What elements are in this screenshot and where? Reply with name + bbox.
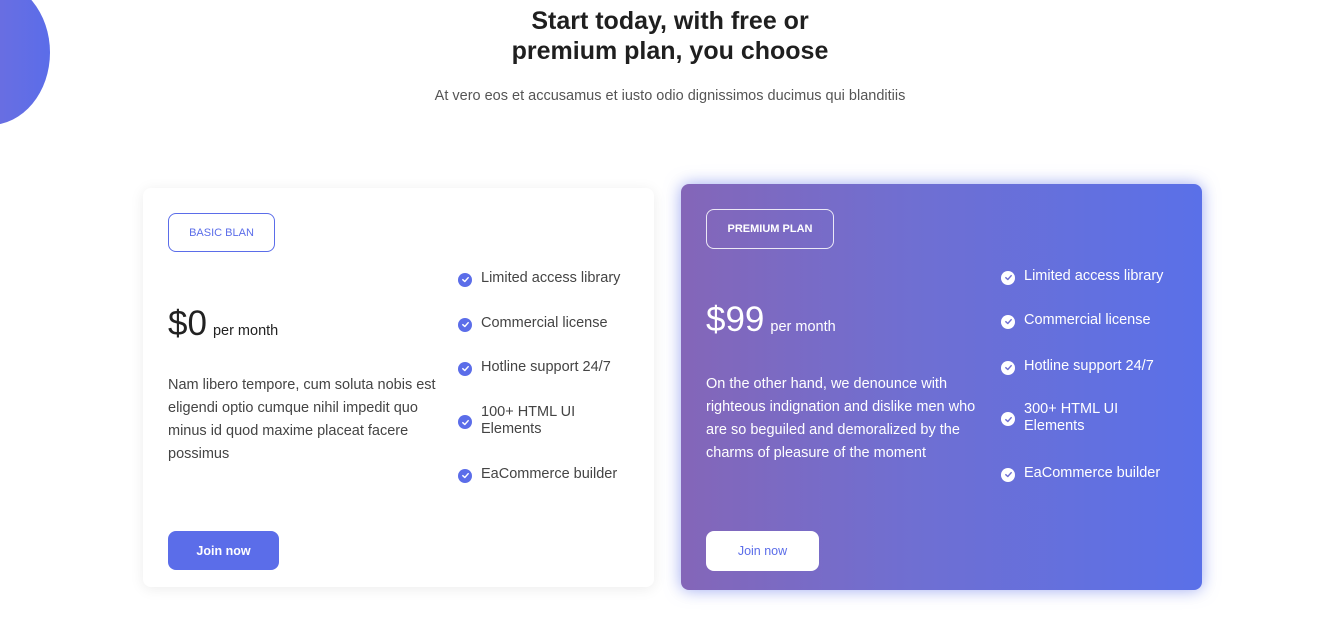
plan-badge: BASIC BLAN [168, 213, 275, 252]
feature-item: Limited access library [458, 270, 648, 287]
price-period: per month [212, 323, 279, 339]
feature-item: Hotline support 24/7 [1001, 358, 1191, 375]
feature-label: Limited access library [481, 270, 621, 286]
check-circle-icon [1001, 467, 1015, 482]
feature-item: Commercial license [1001, 312, 1191, 329]
check-circle-icon [1001, 360, 1015, 375]
section-subtitle: At vero eos et accusamus et iusto odio d… [434, 88, 906, 104]
plan-description: On the other hand, we denounce with righ… [706, 376, 976, 461]
feature-label: Commercial license [1024, 312, 1151, 328]
feature-label: EaCommerce builder [481, 466, 618, 482]
feature-label: Hotline support 24/7 [1024, 358, 1154, 374]
feature-item: 300+ HTML UI Elements [1001, 401, 1141, 435]
premium-plan-card: PREMIUM PLAN $99 per month On the other … [681, 184, 1202, 590]
plan-badge: PREMIUM PLAN [706, 209, 834, 249]
feature-item: Limited access library [1001, 268, 1191, 285]
feature-item: EaCommerce builder [458, 466, 648, 483]
price-period: per month [770, 319, 836, 335]
check-circle-icon [458, 415, 472, 429]
check-circle-icon [1001, 314, 1015, 329]
section-title-line2: premium plan, you choose [511, 37, 829, 65]
join-now-button[interactable]: Join now [168, 531, 279, 570]
check-circle-icon [458, 317, 472, 332]
section-title-line1: Start today, with free or [531, 7, 809, 35]
price-amount: $99 [706, 300, 765, 339]
feature-item: Commercial license [458, 315, 648, 332]
feature-label: Hotline support 24/7 [481, 359, 611, 375]
check-circle-icon [1001, 412, 1015, 426]
feature-item: Hotline support 24/7 [458, 359, 648, 376]
plan-price: $0 per month [168, 304, 278, 344]
feature-label: Commercial license [481, 315, 608, 331]
check-circle-icon [458, 272, 472, 287]
basic-plan-card: BASIC BLAN $0 per month Nam libero tempo… [143, 188, 654, 587]
plan-description: Nam libero tempore, cum soluta nobis est… [168, 377, 436, 462]
feature-item: EaCommerce builder [1001, 465, 1191, 482]
check-circle-icon [458, 361, 472, 376]
price-amount: $0 [168, 304, 207, 343]
feature-label: EaCommerce builder [1024, 465, 1161, 481]
check-circle-icon [458, 468, 472, 483]
feature-item: 100+ HTML UI Elements [458, 404, 608, 438]
feature-label: 100+ HTML UI Elements [481, 404, 576, 437]
feature-label: 300+ HTML UI Elements [1024, 401, 1119, 434]
plan-price: $99 per month [706, 300, 836, 340]
section-title: Start today, with free or premium plan, … [0, 6, 1324, 66]
pricing-section: Start today, with free or premium plan, … [0, 0, 1324, 620]
feature-label: Limited access library [1024, 268, 1164, 284]
check-circle-icon [1001, 270, 1015, 285]
join-now-button[interactable]: Join now [706, 531, 819, 571]
